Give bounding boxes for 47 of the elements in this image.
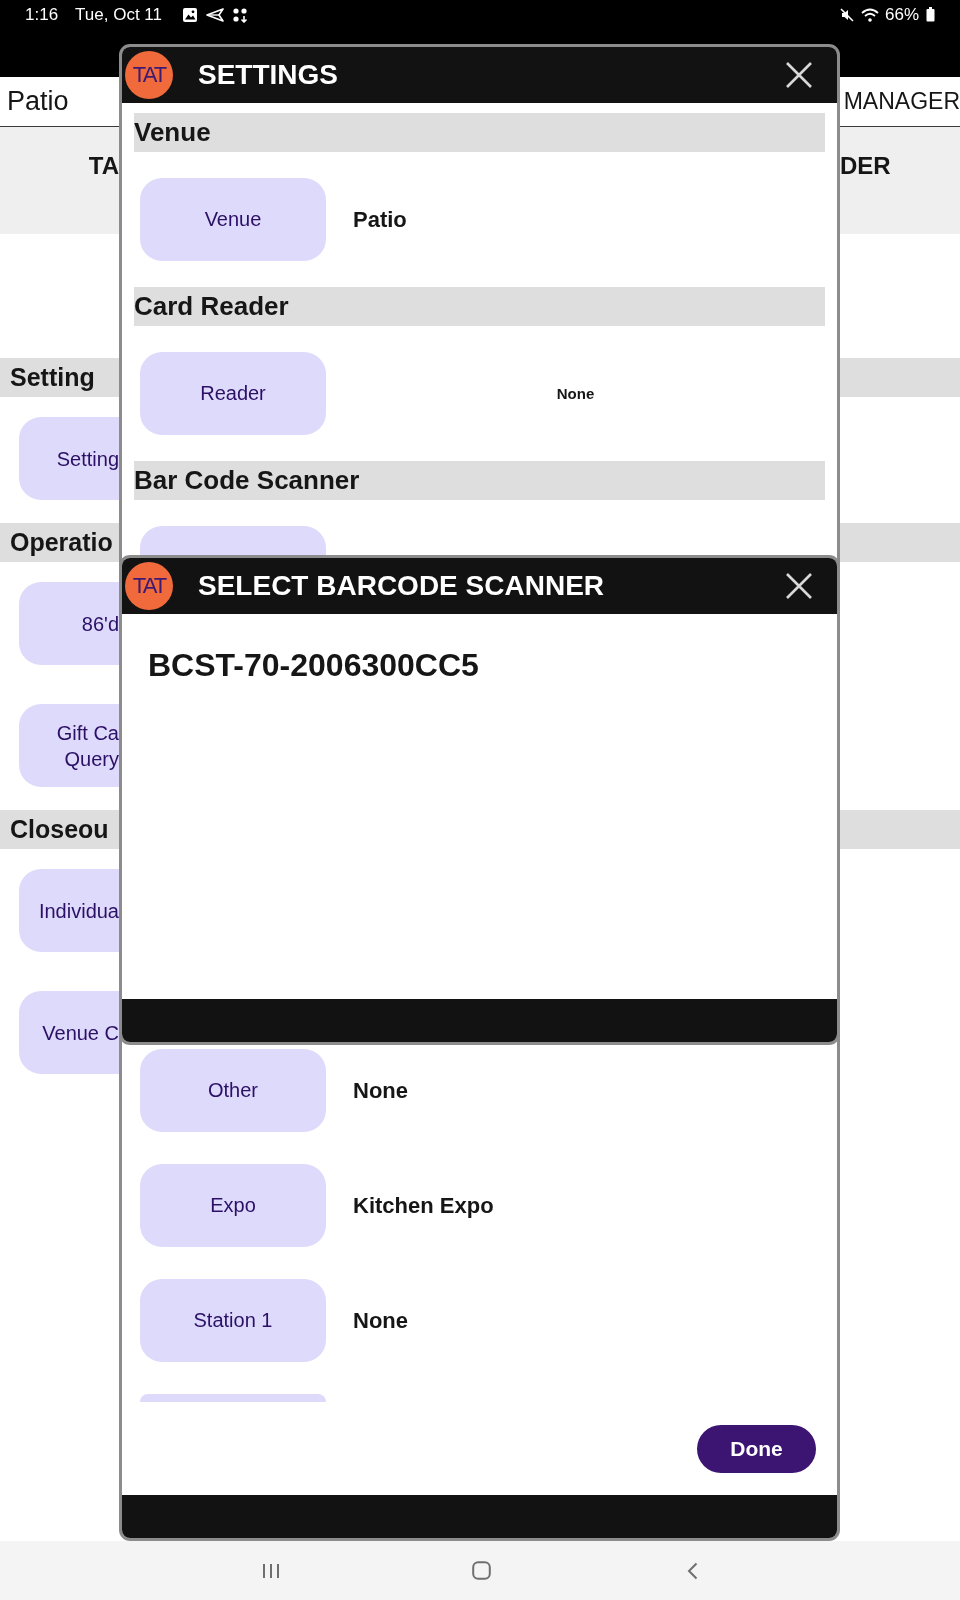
value-text: Kitchen Expo bbox=[353, 1192, 494, 1219]
value-text: None bbox=[556, 385, 595, 402]
done-button[interactable]: Done bbox=[697, 1425, 816, 1473]
section-header: Setting bbox=[0, 358, 119, 397]
section-header: Bar Code Scanner bbox=[134, 461, 825, 500]
close-button[interactable] bbox=[785, 572, 813, 600]
value-text: None bbox=[353, 1307, 408, 1334]
app-logo: TAT bbox=[125, 51, 173, 99]
role-label: MANAGER bbox=[843, 88, 960, 115]
battery-icon bbox=[926, 7, 935, 22]
dialog-title: SELECT BARCODE SCANNER bbox=[198, 570, 606, 602]
option-button[interactable]: Reader bbox=[140, 352, 326, 435]
dialog-title: SETTINGS bbox=[198, 59, 339, 91]
home-icon[interactable] bbox=[472, 1561, 491, 1580]
paper-plane-icon bbox=[206, 7, 225, 22]
value-text: Patio bbox=[353, 206, 407, 233]
battery-percent: 66% bbox=[884, 4, 919, 25]
close-icon bbox=[785, 572, 813, 600]
close-icon bbox=[785, 61, 813, 89]
option-button[interactable]: Expo bbox=[140, 1164, 326, 1247]
option-button[interactable]: Venue bbox=[140, 178, 326, 261]
menu-button[interactable]: 86'd bbox=[19, 582, 119, 665]
option-button[interactable]: Station 1 bbox=[140, 1279, 326, 1362]
device-list-item[interactable]: BCST-70-2006300CC5 bbox=[148, 647, 479, 684]
header-label: TA bbox=[88, 152, 119, 180]
section-header: Venue bbox=[134, 113, 825, 152]
recent-apps-icon[interactable] bbox=[261, 1562, 280, 1579]
close-button[interactable] bbox=[785, 61, 813, 89]
menu-button[interactable]: Gift Ca Query bbox=[19, 704, 119, 787]
value-text: None bbox=[353, 1077, 408, 1104]
option-button[interactable]: Other bbox=[140, 1049, 326, 1132]
venue-label: Patio bbox=[7, 86, 69, 117]
section-header: Closeou bbox=[0, 810, 119, 849]
wifi-icon bbox=[860, 7, 879, 22]
mute-icon bbox=[839, 7, 854, 22]
app-logo: TAT bbox=[125, 562, 173, 610]
menu-button[interactable]: Venue C bbox=[19, 991, 119, 1074]
menu-button[interactable]: Individua bbox=[19, 869, 119, 952]
dots-icon bbox=[232, 6, 249, 23]
menu-button[interactable]: Setting bbox=[19, 417, 119, 500]
clock-time: 1:16 bbox=[25, 4, 59, 25]
back-icon[interactable] bbox=[687, 1561, 698, 1580]
section-header: Card Reader bbox=[134, 287, 825, 326]
section-header: Operatio bbox=[0, 523, 119, 562]
header-label: DER bbox=[840, 152, 891, 180]
image-icon bbox=[182, 6, 199, 23]
date-text: Tue, Oct 11 bbox=[75, 4, 163, 25]
